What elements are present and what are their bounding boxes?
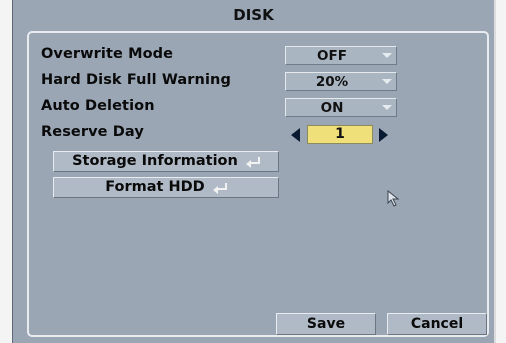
cancel-button[interactable]: Cancel	[387, 313, 487, 335]
storage-information-button[interactable]: Storage Information	[53, 151, 279, 172]
full-warning-value: 20%	[315, 74, 349, 90]
auto-deletion-dropdown[interactable]: ON	[285, 98, 397, 117]
overwrite-mode-value: OFF	[317, 48, 347, 64]
storage-information-label: Storage Information	[72, 153, 238, 169]
full-warning-label: Hard Disk Full Warning	[41, 72, 231, 88]
triangle-right-icon[interactable]	[379, 128, 388, 142]
full-warning-dropdown[interactable]: 20%	[285, 72, 397, 91]
enter-return-icon	[245, 157, 260, 168]
format-hdd-button[interactable]: Format HDD	[53, 177, 279, 198]
page-title: DISK	[233, 6, 274, 24]
mouse-pointer-icon	[387, 190, 400, 207]
enter-return-icon	[212, 183, 227, 194]
auto-deletion-value: ON	[320, 100, 344, 116]
format-hdd-label: Format HDD	[105, 179, 205, 195]
chevron-down-icon	[382, 53, 392, 58]
reserve-day-value[interactable]: 1	[307, 125, 373, 144]
overwrite-mode-label: Overwrite Mode	[41, 46, 174, 62]
chevron-down-icon	[382, 105, 392, 110]
chevron-down-icon	[382, 79, 392, 84]
save-button[interactable]: Save	[276, 313, 376, 335]
auto-deletion-label: Auto Deletion	[41, 98, 155, 114]
reserve-day-label: Reserve Day	[41, 124, 144, 140]
reserve-day-stepper: 1	[285, 125, 397, 144]
overwrite-mode-dropdown[interactable]: OFF	[285, 46, 397, 65]
triangle-left-icon[interactable]	[291, 128, 300, 142]
disk-settings-screen: DISK Overwrite Mode OFF Hard Disk Full W…	[12, 0, 496, 343]
